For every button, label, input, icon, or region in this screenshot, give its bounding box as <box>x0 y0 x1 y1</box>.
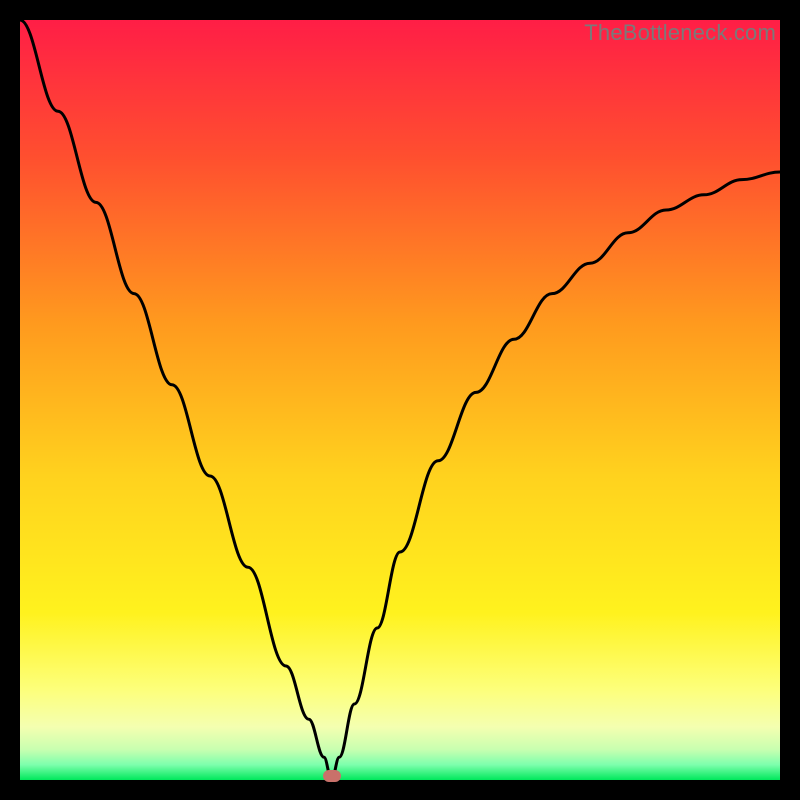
gradient-background <box>20 20 780 780</box>
chart-frame: TheBottleneck.com <box>20 20 780 780</box>
watermark-text: TheBottleneck.com <box>584 20 776 46</box>
minimum-marker <box>323 770 341 782</box>
plot-area <box>20 20 780 780</box>
